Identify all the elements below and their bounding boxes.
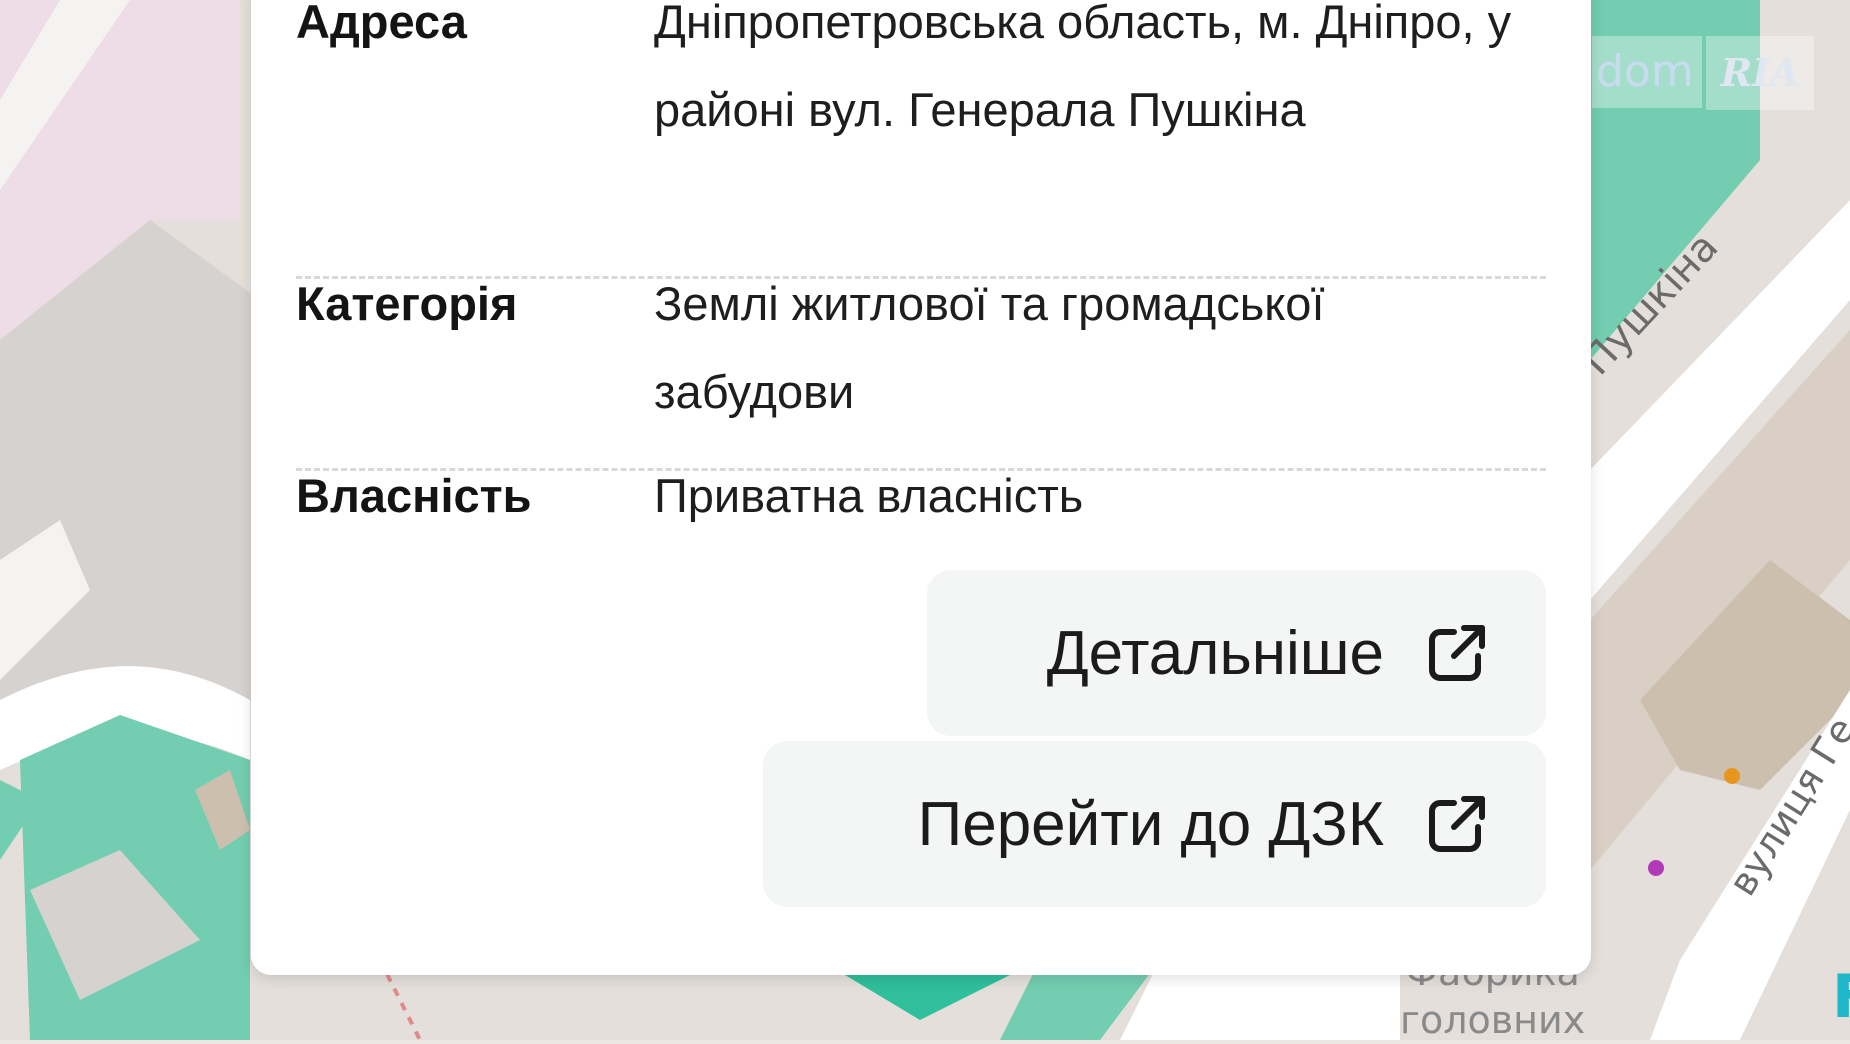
parcel-info-popup: Адреса Дніпропетровська область, м. Дніп… xyxy=(251,0,1591,975)
info-label-address: Адреса xyxy=(296,0,467,48)
map-edge-mark: F xyxy=(1832,962,1850,1032)
info-value-address: Дніпропетровська область, м. Дніпро, у р… xyxy=(654,0,1512,136)
info-row-ownership: Власність Приватна власність xyxy=(296,452,1546,548)
info-value-ownership: Приватна власність xyxy=(654,469,1084,522)
poi-label-line: головних xyxy=(1400,998,1586,1042)
info-row-address: Адреса Дніпропетровська область, м. Дніп… xyxy=(296,0,1546,248)
info-label-ownership: Власність xyxy=(296,469,532,522)
go-to-dzk-button[interactable]: Перейти до ДЗК xyxy=(763,741,1546,907)
watermark-ria-logo: RIA xyxy=(1706,36,1814,110)
go-to-dzk-button-label: Перейти до ДЗК xyxy=(917,789,1384,859)
map-poi-dot[interactable] xyxy=(1648,860,1664,876)
info-label-category: Категорія xyxy=(296,277,518,330)
map-poi-dot[interactable] xyxy=(1724,768,1740,784)
info-row-category: Категорія Землі житлової та громадської … xyxy=(296,260,1546,438)
details-button[interactable]: Детальніше xyxy=(927,570,1546,736)
info-value-category: Землі житлової та громадської забудови xyxy=(654,277,1325,418)
external-link-icon xyxy=(1429,625,1485,681)
details-button-label: Детальніше xyxy=(1046,618,1384,688)
watermark-dom: dom xyxy=(1592,36,1702,108)
external-link-icon xyxy=(1429,796,1485,852)
